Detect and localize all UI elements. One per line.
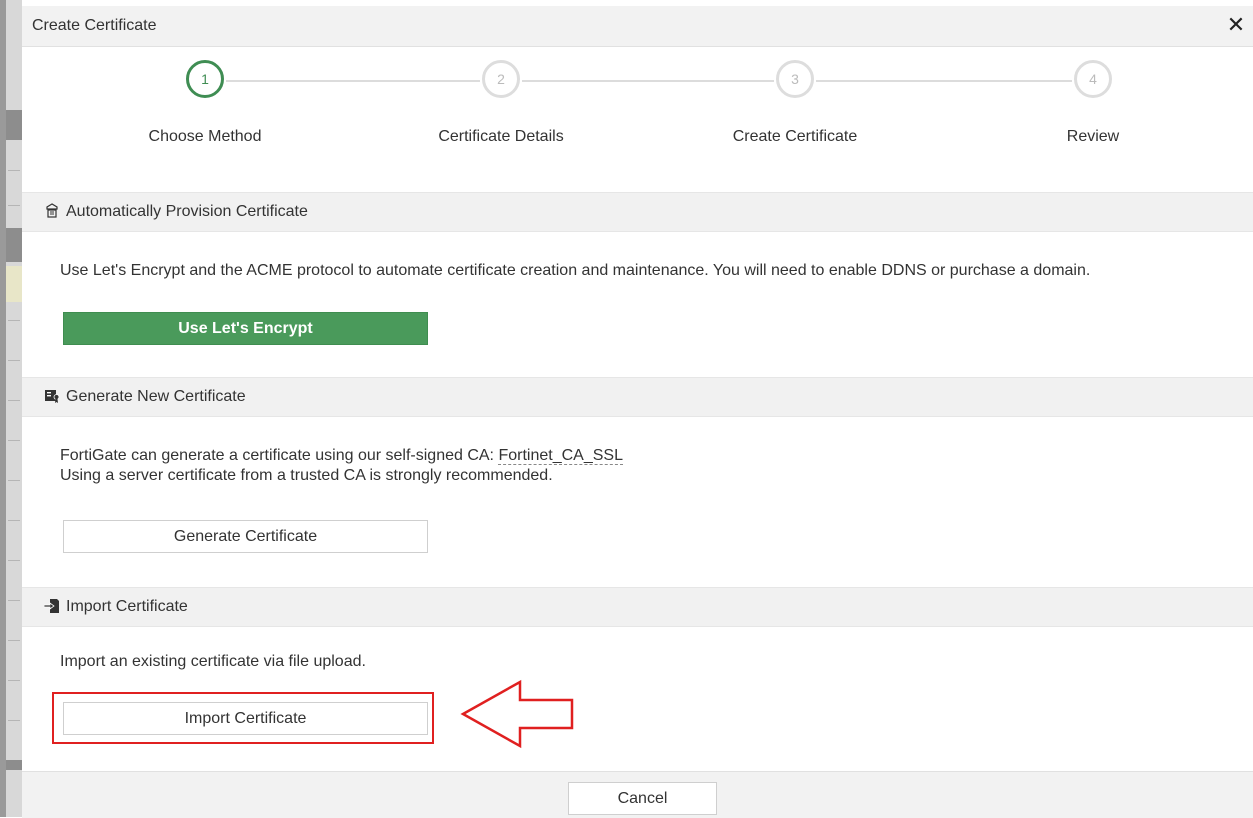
annotation-arrow-icon (460, 679, 574, 749)
step-1-label: Choose Method (148, 128, 262, 145)
step-connector (226, 80, 480, 82)
auto-provision-icon (46, 203, 58, 218)
step-2-circle: 2 (482, 60, 520, 98)
cancel-button[interactable]: Cancel (568, 782, 717, 815)
step-4-circle: 4 (1074, 60, 1112, 98)
close-icon[interactable]: ✕ (1225, 14, 1247, 36)
section-title-generate: Generate New Certificate (66, 388, 246, 405)
dialog-title: Create Certificate (32, 17, 157, 34)
generate-description-prefix: FortiGate can generate a certificate usi… (60, 447, 499, 464)
use-lets-encrypt-button[interactable]: Use Let's Encrypt (63, 312, 428, 345)
create-certificate-dialog: Create Certificate ✕ 1 2 3 4 Choose Meth… (22, 6, 1253, 818)
section-title-import: Import Certificate (66, 598, 188, 615)
certificate-card-icon (45, 390, 60, 403)
background-page-strip (0, 0, 22, 817)
step-1-circle: 1 (186, 60, 224, 98)
generate-description: FortiGate can generate a certificate usi… (60, 446, 623, 486)
dialog-titlebar: Create Certificate ✕ (22, 6, 1253, 47)
auto-provision-description: Use Let's Encrypt and the ACME protocol … (60, 262, 1091, 279)
section-header-auto-provision: Automatically Provision Certificate (22, 192, 1253, 232)
step-3-circle: 3 (776, 60, 814, 98)
fortinet-ca-ssl-link[interactable]: Fortinet_CA_SSL (498, 447, 623, 465)
step-2-label: Certificate Details (438, 128, 564, 145)
section-title-auto-provision: Automatically Provision Certificate (66, 203, 308, 220)
dialog-footer: Cancel (22, 771, 1253, 818)
step-3-label: Create Certificate (732, 128, 858, 145)
section-header-generate: Generate New Certificate (22, 377, 1253, 417)
import-file-icon (44, 599, 59, 613)
generate-description-line2: Using a server certificate from a truste… (60, 467, 553, 484)
import-description: Import an existing certificate via file … (60, 653, 366, 670)
step-connector (522, 80, 774, 82)
step-connector (816, 80, 1072, 82)
step-4-label: Review (1066, 128, 1120, 145)
generate-certificate-button[interactable]: Generate Certificate (63, 520, 428, 553)
section-header-import: Import Certificate (22, 587, 1253, 627)
wizard-stepper: 1 2 3 4 Choose Method Certificate Detail… (22, 46, 1253, 192)
import-certificate-button[interactable]: Import Certificate (63, 702, 428, 735)
